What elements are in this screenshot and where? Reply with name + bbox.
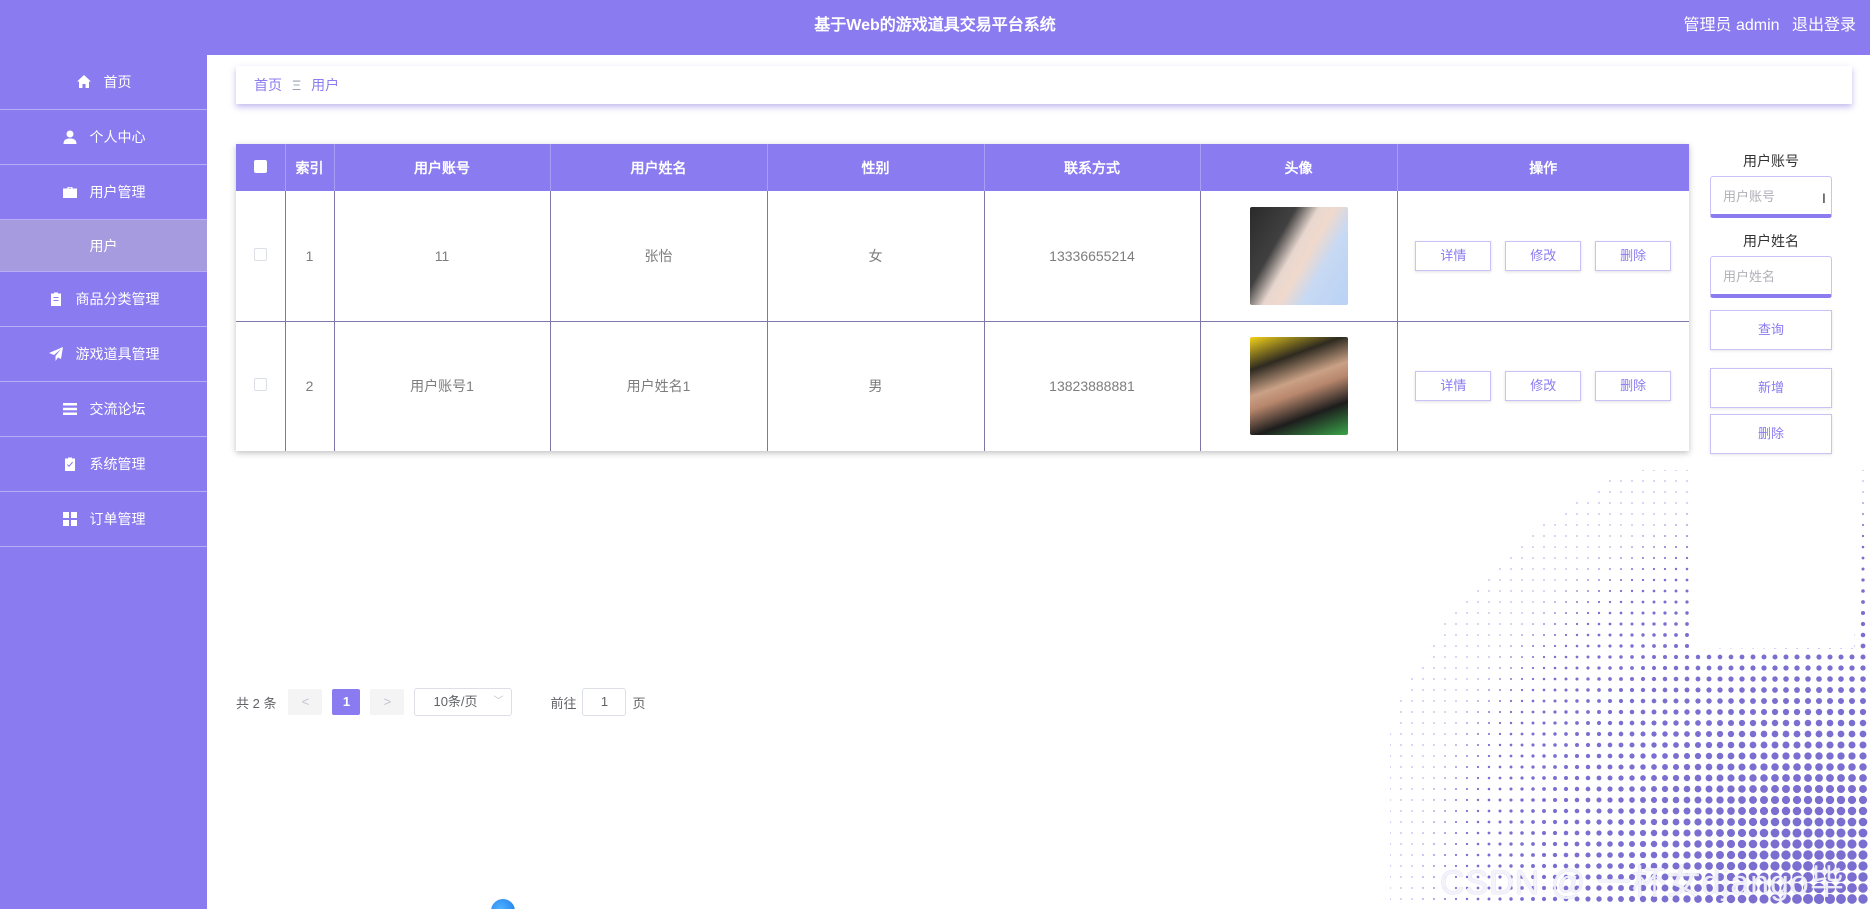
sidebar-item-label: 首页 [103, 74, 132, 90]
sidebar-item-label: 交流论坛 [89, 401, 146, 417]
avatar [1249, 206, 1348, 305]
logout-link[interactable]: 退出登录 [1792, 17, 1856, 34]
name-cell: 用户姓名1 [550, 321, 768, 451]
edit-button[interactable]: 修改 [1505, 240, 1582, 271]
name-search-label: 用户姓名 [1743, 233, 1799, 249]
query-button[interactable]: 查询 [1710, 310, 1832, 350]
search-panel: 用户账号 用户账号 用户姓名 用户姓名 查询 新增 删除 [1710, 150, 1832, 454]
column-header: 用户姓名 [550, 144, 768, 191]
breadcrumb-current: 用户 [311, 77, 340, 93]
sidebar-item-profile[interactable]: 个人中心 [0, 110, 207, 165]
column-header: 性别 [767, 144, 985, 191]
name-cell: 张怡 [550, 191, 768, 322]
next-page-button[interactable]: > [370, 689, 405, 715]
goto-page-input[interactable]: 1 [582, 688, 627, 716]
gender-cell: 男 [767, 321, 985, 451]
column-header: 用户账号 [334, 144, 551, 191]
user-table: 索引 用户账号 用户姓名 性别 联系方式 头像 操作 1 11 张怡 女 133… [236, 144, 1689, 451]
app-title: 基于Web的游戏道具交易平台系统 [814, 17, 1056, 34]
admin-label: 管理员 admin [1683, 17, 1780, 34]
row-select-cell [236, 321, 286, 451]
sidebar-item-game-items[interactable]: 游戏道具管理 [0, 327, 207, 382]
white-overlay-box [1689, 470, 1854, 648]
table-row: 1 11 张怡 女 13336655214 详情 修改 删除 [236, 191, 1689, 322]
avatar [1249, 337, 1348, 436]
actions-cell: 详情 修改 删除 [1397, 191, 1689, 322]
breadcrumb-home[interactable]: 首页 [254, 75, 282, 95]
select-all-checkbox[interactable] [253, 159, 267, 173]
sidebar-item-label: 游戏道具管理 [75, 346, 160, 362]
table-row: 2 用户账号1 用户姓名1 男 13823888881 详情 修改 删除 [236, 321, 1689, 451]
sidebar-item-label: 系统管理 [89, 456, 146, 472]
row-checkbox[interactable] [253, 378, 267, 392]
list-icon [62, 401, 78, 417]
user-icon [62, 129, 78, 145]
sidebar-subitem-users[interactable]: 用户 [0, 220, 207, 272]
table-header-row: 索引 用户账号 用户姓名 性别 联系方式 头像 操作 [236, 144, 1689, 191]
avatar-cell [1200, 191, 1398, 322]
sidebar-item-system[interactable]: 系统管理 [0, 437, 207, 492]
sidebar-item-label: 用户 [89, 237, 118, 254]
sidebar-item-label: 商品分类管理 [75, 291, 160, 307]
add-button[interactable]: 新增 [1710, 368, 1832, 408]
sidebar-item-category-management[interactable]: 商品分类管理 [0, 272, 207, 327]
goto-label: 前往 [550, 695, 577, 711]
delete-button[interactable]: 删除 [1595, 240, 1672, 271]
column-header: 索引 [285, 144, 335, 191]
page-size-select[interactable]: 10条/页 ﹀ [414, 688, 513, 716]
account-search-input[interactable]: 用户账号 [1710, 176, 1832, 218]
pagination: 共 2 条 < 1 > 10条/页 ﹀ 前往 1 页 [236, 688, 646, 716]
watermark-text: CSDN @ 一杯女django毕设 [1440, 864, 1845, 902]
avatar-cell [1200, 321, 1398, 451]
edit-button[interactable]: 修改 [1505, 371, 1582, 402]
page-suffix-label: 页 [632, 695, 646, 711]
phone-cell: 13823888881 [984, 321, 1201, 451]
clipboard-check-icon [62, 456, 78, 472]
batch-delete-button[interactable]: 删除 [1710, 414, 1832, 454]
send-icon [48, 346, 64, 362]
floating-bubble-icon [491, 899, 515, 909]
name-search-input[interactable]: 用户姓名 [1710, 256, 1832, 298]
sidebar: 首页 个人中心 用户管理 用户 商品分类管理 游戏道具管理 交流论坛 系统管理 … [0, 55, 207, 909]
sidebar-item-forum[interactable]: 交流论坛 [0, 382, 207, 437]
header-user-area: 管理员 admin 退出登录 [1676, 0, 1857, 55]
gender-cell: 女 [767, 191, 985, 322]
column-header: 联系方式 [984, 144, 1201, 191]
sidebar-item-home[interactable]: 首页 [0, 55, 207, 110]
column-header: 操作 [1397, 144, 1689, 191]
breadcrumb-separator: Ξ [292, 77, 302, 93]
briefcase-icon [62, 184, 78, 200]
detail-button[interactable]: 详情 [1415, 240, 1492, 271]
account-search-label: 用户账号 [1743, 153, 1799, 169]
home-icon [76, 74, 92, 90]
breadcrumb: 首页 Ξ 用户 [236, 66, 1852, 104]
phone-cell: 13336655214 [984, 191, 1201, 322]
detail-button[interactable]: 详情 [1415, 371, 1492, 402]
sidebar-item-orders[interactable]: 订单管理 [0, 492, 207, 547]
page-number-button[interactable]: 1 [332, 689, 361, 715]
chevron-down-icon: ﹀ [493, 696, 504, 707]
account-cell: 11 [334, 191, 551, 322]
column-header: 头像 [1200, 144, 1398, 191]
account-cell: 用户账号1 [334, 321, 551, 451]
select-all-cell [236, 144, 286, 191]
page-size-value: 10条/页 [433, 694, 478, 709]
text-cursor-icon: I [1822, 190, 1826, 206]
index-cell: 2 [285, 321, 335, 451]
pagination-total: 共 2 条 [236, 695, 277, 711]
top-header: 基于Web的游戏道具交易平台系统 管理员 admin 退出登录 [0, 0, 1870, 55]
sidebar-item-user-management[interactable]: 用户管理 [0, 165, 207, 220]
grid-icon [62, 511, 78, 527]
index-cell: 1 [285, 191, 335, 322]
sidebar-item-label: 个人中心 [89, 129, 146, 145]
sidebar-item-label: 用户管理 [89, 184, 146, 200]
prev-page-button[interactable]: < [288, 689, 323, 715]
delete-button[interactable]: 删除 [1595, 371, 1672, 402]
sidebar-item-label: 订单管理 [89, 511, 146, 527]
clipboard-icon [48, 291, 64, 307]
row-select-cell [236, 191, 286, 322]
row-checkbox[interactable] [253, 247, 267, 261]
actions-cell: 详情 修改 删除 [1397, 321, 1689, 451]
